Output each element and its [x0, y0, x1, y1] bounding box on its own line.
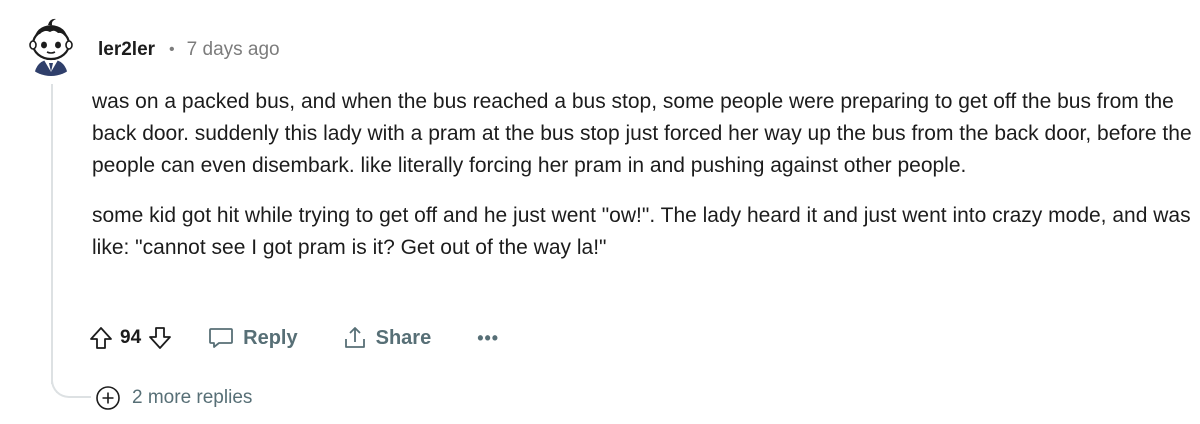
- comment-paragraph: was on a packed bus, and when the bus re…: [92, 90, 1192, 177]
- ellipsis-icon: •••: [477, 327, 500, 348]
- upvote-button[interactable]: [88, 325, 114, 351]
- comment: ler2ler • 7 days ago was on a packed bus…: [0, 0, 1200, 424]
- snoo-avatar-icon: [20, 14, 82, 76]
- vote-score: 94: [120, 327, 142, 348]
- timestamp[interactable]: 7 days ago: [187, 39, 280, 61]
- downvote-arrow-icon: [149, 327, 172, 349]
- more-replies-label: 2 more replies: [132, 387, 253, 408]
- vote-group: 94: [88, 325, 173, 351]
- reply-button[interactable]: Reply: [207, 325, 298, 351]
- avatar[interactable]: [20, 14, 82, 76]
- comment-paragraph: some kid got hit while trying to get off…: [92, 204, 1191, 259]
- upvote-arrow-icon: [90, 327, 112, 349]
- reply-label: Reply: [243, 326, 298, 349]
- more-options-button[interactable]: •••: [477, 328, 499, 349]
- more-replies-button[interactable]: 2 more replies: [94, 384, 252, 412]
- share-button[interactable]: Share: [342, 325, 432, 351]
- comment-body: was on a packed bus, and when the bus re…: [92, 86, 1192, 264]
- speech-bubble-icon: [209, 328, 234, 348]
- username-link[interactable]: ler2ler: [98, 39, 155, 61]
- thread-line[interactable]: [51, 84, 53, 384]
- share-label: Share: [375, 326, 432, 349]
- thread-line-curve: [51, 374, 91, 398]
- plus-circle-icon: [96, 386, 120, 410]
- downvote-button[interactable]: [147, 325, 173, 351]
- share-arrow-icon: [344, 327, 365, 348]
- comment-meta: ler2ler • 7 days ago: [98, 36, 280, 64]
- comment-actions: 94 Reply Share •••: [88, 318, 499, 358]
- meta-separator: •: [169, 41, 175, 58]
